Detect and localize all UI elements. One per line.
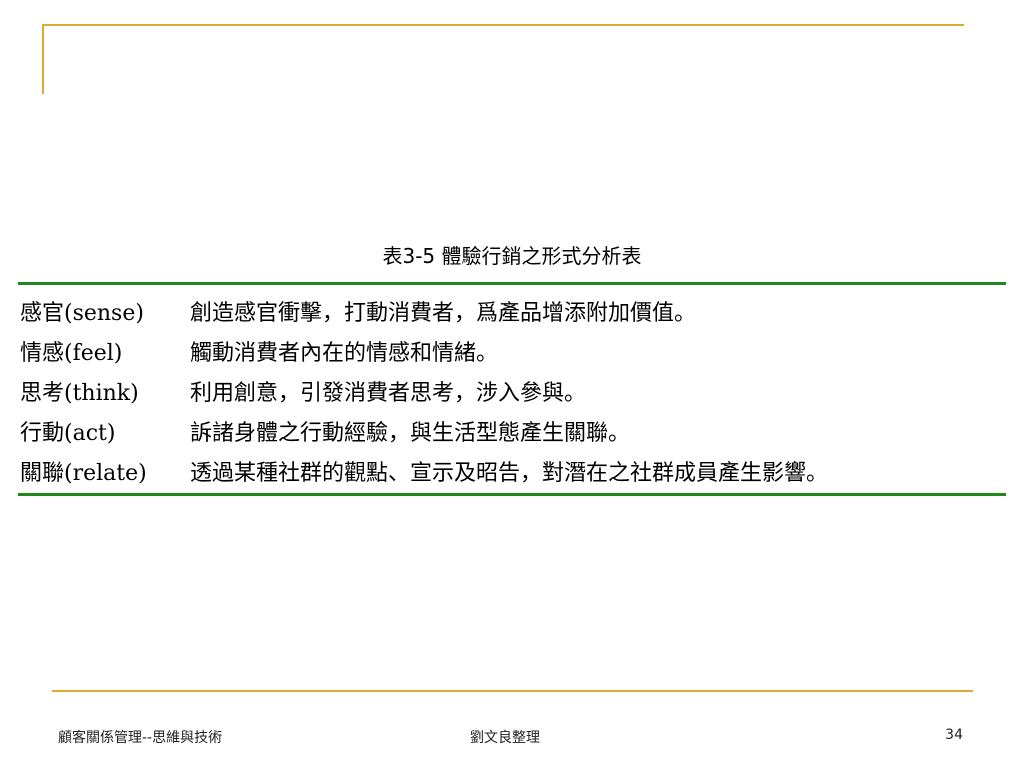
term-cell: 行動(act)	[20, 421, 116, 446]
table-row: 關聯(relate) 透過某種社群的觀點、宣示及昭告，對潛在之社群成員產生影響。	[18, 451, 1006, 491]
term-cell: 思考(think)	[20, 381, 139, 406]
description-cell: 觸動消費者內在的情感和情緒。	[190, 341, 499, 366]
table-row: 情感(feel) 觸動消費者內在的情感和情緒。	[18, 331, 1006, 371]
left-accent-bar	[42, 24, 44, 94]
footer-divider	[52, 690, 973, 692]
table-caption: 表3-5 體驗行銷之形式分析表	[382, 244, 642, 268]
table-row: 行動(act) 訴諸身體之行動經驗，與生活型態產生關聯。	[18, 411, 1006, 451]
page-number: 34	[945, 727, 963, 743]
description-cell: 創造感官衝擊，打動消費者，爲產品增添附加價值。	[190, 301, 697, 326]
table-row: 思考(think) 利用創意，引發消費者思考，涉入參與。	[18, 371, 1006, 411]
term-cell: 感官(sense)	[20, 301, 144, 326]
term-cell: 情感(feel)	[20, 341, 123, 366]
description-cell: 訴諸身體之行動經驗，與生活型態產生關聯。	[190, 421, 631, 446]
term-cell: 關聯(relate)	[20, 461, 147, 486]
footer-author: 劉文良整理	[470, 730, 540, 746]
description-cell: 透過某種社群的觀點、宣示及昭告，對潛在之社群成員產生影響。	[190, 461, 829, 486]
experiential-marketing-table: 感官(sense) 創造感官衝擊，打動消費者，爲產品增添附加價值。 情感(fee…	[18, 282, 1006, 496]
description-cell: 利用創意，引發消費者思考，涉入參與。	[190, 381, 587, 406]
footer-course-title: 顧客關係管理--思維與技術	[58, 730, 223, 746]
top-accent-line	[42, 24, 964, 26]
table-row: 感官(sense) 創造感官衝擊，打動消費者，爲產品增添附加價值。	[18, 291, 1006, 331]
